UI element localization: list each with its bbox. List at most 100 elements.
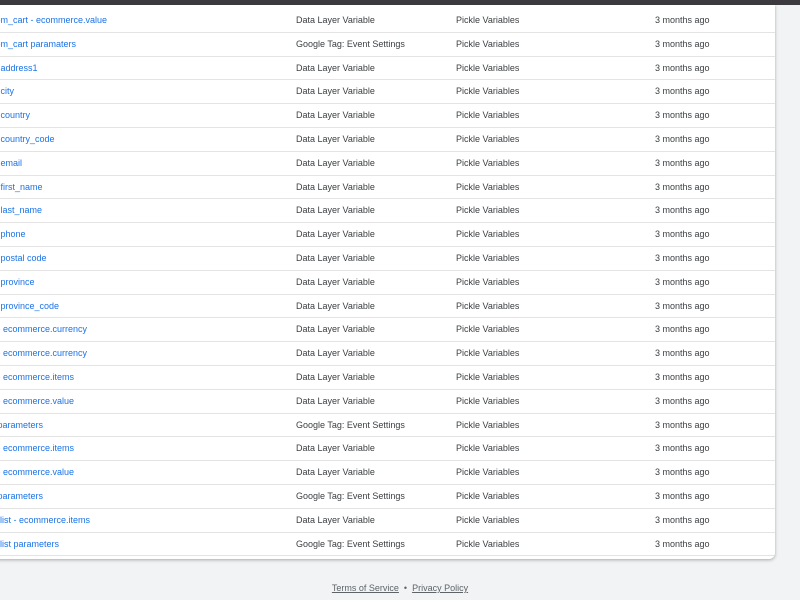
variable-folder: Pickle Variables (456, 514, 520, 525)
table-row[interactable]: ata - address1 Data Layer Variable Pickle … (0, 57, 775, 81)
variable-name-link[interactable]: ata - country_code (0, 128, 270, 151)
table-row[interactable]: ata - last_name Data Layer Variable Pickle… (0, 199, 775, 224)
variable-last-edited: 3 months ago (655, 348, 710, 359)
variable-folder: Pickle Variables (456, 110, 520, 121)
variable-type: Data Layer Variable (296, 443, 375, 454)
table-row[interactable]: e_from_cart - ecommerce.value Data Layer … (0, 9, 775, 33)
variable-name-link[interactable]: cart parameters (0, 414, 270, 437)
variable-last-edited: 3 months ago (655, 86, 710, 97)
variable-name-link[interactable]: cart - ecommerce.items (0, 366, 270, 389)
variable-name-link[interactable]: e_from_cart - ecommerce.value (0, 9, 270, 32)
variable-name-link[interactable]: tem - ecommerce.value (0, 461, 270, 484)
table-row[interactable]: ata - country Data Layer Variable Pickle V… (0, 104, 775, 128)
variable-name-link[interactable]: ata - city (0, 80, 270, 103)
variable-type: Data Layer Variable (296, 181, 375, 192)
variable-folder: Pickle Variables (456, 538, 520, 549)
table-row[interactable]: cart - ecommerce.items Data Layer Variabl… (0, 366, 775, 390)
variable-name-link[interactable]: ata - postal code (0, 247, 270, 270)
variable-name-link[interactable]: ata - province_code (0, 295, 270, 318)
variable-type: Data Layer Variable (296, 205, 375, 216)
footer-separator: • (403, 583, 408, 593)
variable-type: Data Layer Variable (296, 276, 375, 287)
variable-folder: Pickle Variables (456, 62, 520, 73)
variable-folder: Pickle Variables (456, 371, 520, 382)
variable-name-link[interactable]: e_from_cart paramaters (0, 33, 270, 56)
variable-type: Data Layer Variable (296, 514, 375, 525)
variable-name-link[interactable]: ata - address1 (0, 57, 270, 80)
footer: Terms of Service • Privacy Policy (0, 583, 800, 593)
variable-last-edited: 3 months ago (655, 229, 710, 240)
variable-last-edited: 3 months ago (655, 181, 710, 192)
variable-name-link[interactable]: ata - last_name (0, 199, 270, 222)
variable-last-edited: 3 months ago (655, 371, 710, 382)
table-row[interactable]: tem - ecommerce.value Data Layer Variable… (0, 461, 775, 485)
table-row[interactable]: ata - province Data Layer Variable Pickle … (0, 271, 775, 295)
variable-type: Data Layer Variable (296, 252, 375, 263)
variable-last-edited: 3 months ago (655, 15, 710, 25)
variable-folder: Pickle Variables (456, 15, 520, 25)
variable-name-link[interactable]: cart - ecommerce.currency (0, 342, 270, 365)
table-row[interactable]: cart parameters Google Tag: Event Setting… (0, 414, 775, 438)
variable-type: Google Tag: Event Settings (296, 490, 405, 501)
table-row[interactable]: cart - ecommerce.currency Data Layer Vari… (0, 342, 775, 366)
variable-last-edited: 3 months ago (655, 110, 710, 121)
variable-folder: Pickle Variables (456, 348, 520, 359)
terms-of-service-link[interactable]: Terms of Service (332, 583, 399, 593)
variable-folder: Pickle Variables (456, 157, 520, 168)
variable-type: Data Layer Variable (296, 15, 375, 25)
variable-type: Data Layer Variable (296, 300, 375, 311)
variable-last-edited: 3 months ago (655, 443, 710, 454)
table-row[interactable]: ata - postal code Data Layer Variable Pick… (0, 247, 775, 271)
variable-last-edited: 3 months ago (655, 133, 710, 144)
variable-name-link[interactable]: tem_list - ecommerce.items (0, 509, 270, 532)
variable-name-link[interactable]: ata - country (0, 104, 270, 127)
table-row[interactable]: ata - phone Data Layer Variable Pickle Var… (0, 223, 775, 247)
table-row[interactable]: tem - ecommerce.items Data Layer Variable… (0, 437, 775, 462)
variable-folder: Pickle Variables (456, 490, 520, 501)
variable-name-link[interactable]: ata - province (0, 271, 270, 294)
variable-folder: Pickle Variables (456, 133, 520, 144)
variable-name-link[interactable]: ata - phone (0, 223, 270, 246)
variable-last-edited: 3 months ago (655, 252, 710, 263)
variable-type: Google Tag: Event Settings (296, 538, 405, 549)
variable-type: Google Tag: Event Settings (296, 419, 405, 430)
variable-last-edited: 3 months ago (655, 419, 710, 430)
variable-last-edited: 3 months ago (655, 276, 710, 287)
variable-folder: Pickle Variables (456, 205, 520, 216)
table-row[interactable]: tem_list parameters Google Tag: Event Set… (0, 533, 775, 557)
table-row[interactable]: ata - city Data Layer Variable Pickle Vari… (0, 80, 775, 105)
table-row[interactable]: tem_list - ecommerce.items Data Layer Var… (0, 509, 775, 533)
variable-type: Data Layer Variable (296, 86, 375, 97)
table-row[interactable]: ata - first_name Data Layer Variable Pickl… (0, 176, 775, 200)
table-row[interactable]: e_from_cart paramaters Google Tag: Event … (0, 33, 775, 57)
variable-folder: Pickle Variables (456, 419, 520, 430)
variable-type: Data Layer Variable (296, 133, 375, 144)
variable-name-link[interactable]: tem - ecommerce.currency (0, 318, 270, 341)
variable-folder: Pickle Variables (456, 300, 520, 311)
variable-name-link[interactable]: tem_list parameters (0, 533, 270, 556)
table-row[interactable]: ata - country_code Data Layer Variable Pic… (0, 128, 775, 152)
variable-type: Data Layer Variable (296, 229, 375, 240)
variable-folder: Pickle Variables (456, 229, 520, 240)
variable-folder: Pickle Variables (456, 443, 520, 454)
table-row[interactable]: tem parameters Google Tag: Event Settings… (0, 485, 775, 509)
variable-name-link[interactable]: ata - email (0, 152, 270, 175)
variable-name-link[interactable]: tem parameters (0, 485, 270, 508)
variable-last-edited: 3 months ago (655, 205, 710, 216)
table-row[interactable]: ata - province_code Data Layer Variable Pi… (0, 295, 775, 319)
variable-last-edited: 3 months ago (655, 395, 710, 406)
variable-type: Data Layer Variable (296, 157, 375, 168)
variable-name-link[interactable]: tem - ecommerce.items (0, 437, 270, 460)
privacy-policy-link[interactable]: Privacy Policy (412, 583, 468, 593)
variable-name-link[interactable]: cart - ecommerce.value (0, 390, 270, 413)
variable-type: Data Layer Variable (296, 467, 375, 478)
variable-folder: Pickle Variables (456, 467, 520, 478)
variable-folder: Pickle Variables (456, 181, 520, 192)
variable-name-link[interactable]: ata - first_name (0, 176, 270, 199)
variable-last-edited: 3 months ago (655, 514, 710, 525)
table-row[interactable]: tem - ecommerce.currency Data Layer Varia… (0, 318, 775, 343)
variable-type: Data Layer Variable (296, 395, 375, 406)
variable-type: Data Layer Variable (296, 371, 375, 382)
table-row[interactable]: cart - ecommerce.value Data Layer Variabl… (0, 390, 775, 414)
table-row[interactable]: ata - email Data Layer Variable Pickle Var… (0, 152, 775, 176)
